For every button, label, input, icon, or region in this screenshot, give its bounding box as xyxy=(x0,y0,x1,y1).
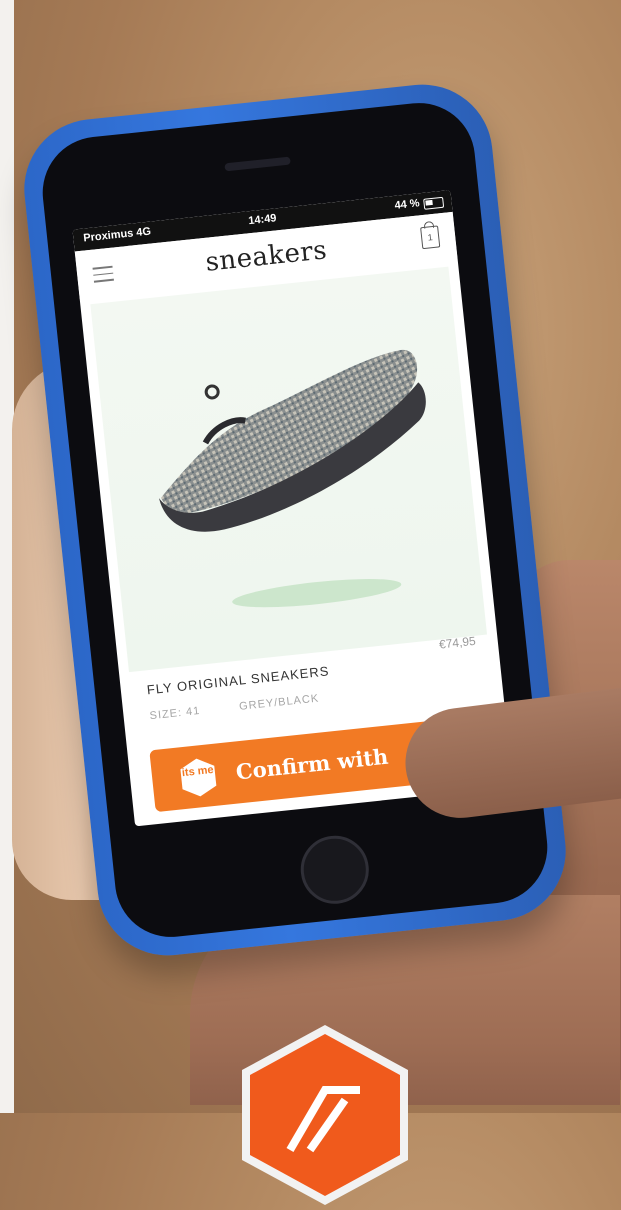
product-shadow xyxy=(231,573,403,613)
itsme-logo-icon: its me xyxy=(176,756,220,800)
shopping-bag-icon[interactable]: 1 xyxy=(420,225,441,250)
confirm-label: Confirm with xyxy=(234,743,390,785)
product-size: SIZE: 41 xyxy=(149,704,201,723)
product-price: €74,95 xyxy=(438,633,477,652)
carrier-label: Proximus 4G xyxy=(82,225,152,245)
product-color: GREY/BLACK xyxy=(238,692,320,713)
product-image-area xyxy=(90,266,488,673)
sneaker-image xyxy=(158,349,426,532)
battery-icon xyxy=(423,196,445,210)
phone-speaker xyxy=(224,156,291,172)
home-button[interactable] xyxy=(297,832,373,908)
product-name: FLY ORIGINAL SNEAKERS xyxy=(146,663,331,698)
phone: Proximus 4G 14:49 44 % sneakers 1 FLY OR… xyxy=(17,77,573,963)
battery-percent: 44 % xyxy=(394,197,421,212)
clock: 14:49 xyxy=(247,212,278,228)
photo-scene: Proximus 4G 14:49 44 % sneakers 1 FLY OR… xyxy=(0,0,621,1205)
app-title: sneakers xyxy=(204,235,329,278)
itsme-badge-icon xyxy=(242,1025,408,1205)
hamburger-menu-icon[interactable] xyxy=(92,265,114,283)
